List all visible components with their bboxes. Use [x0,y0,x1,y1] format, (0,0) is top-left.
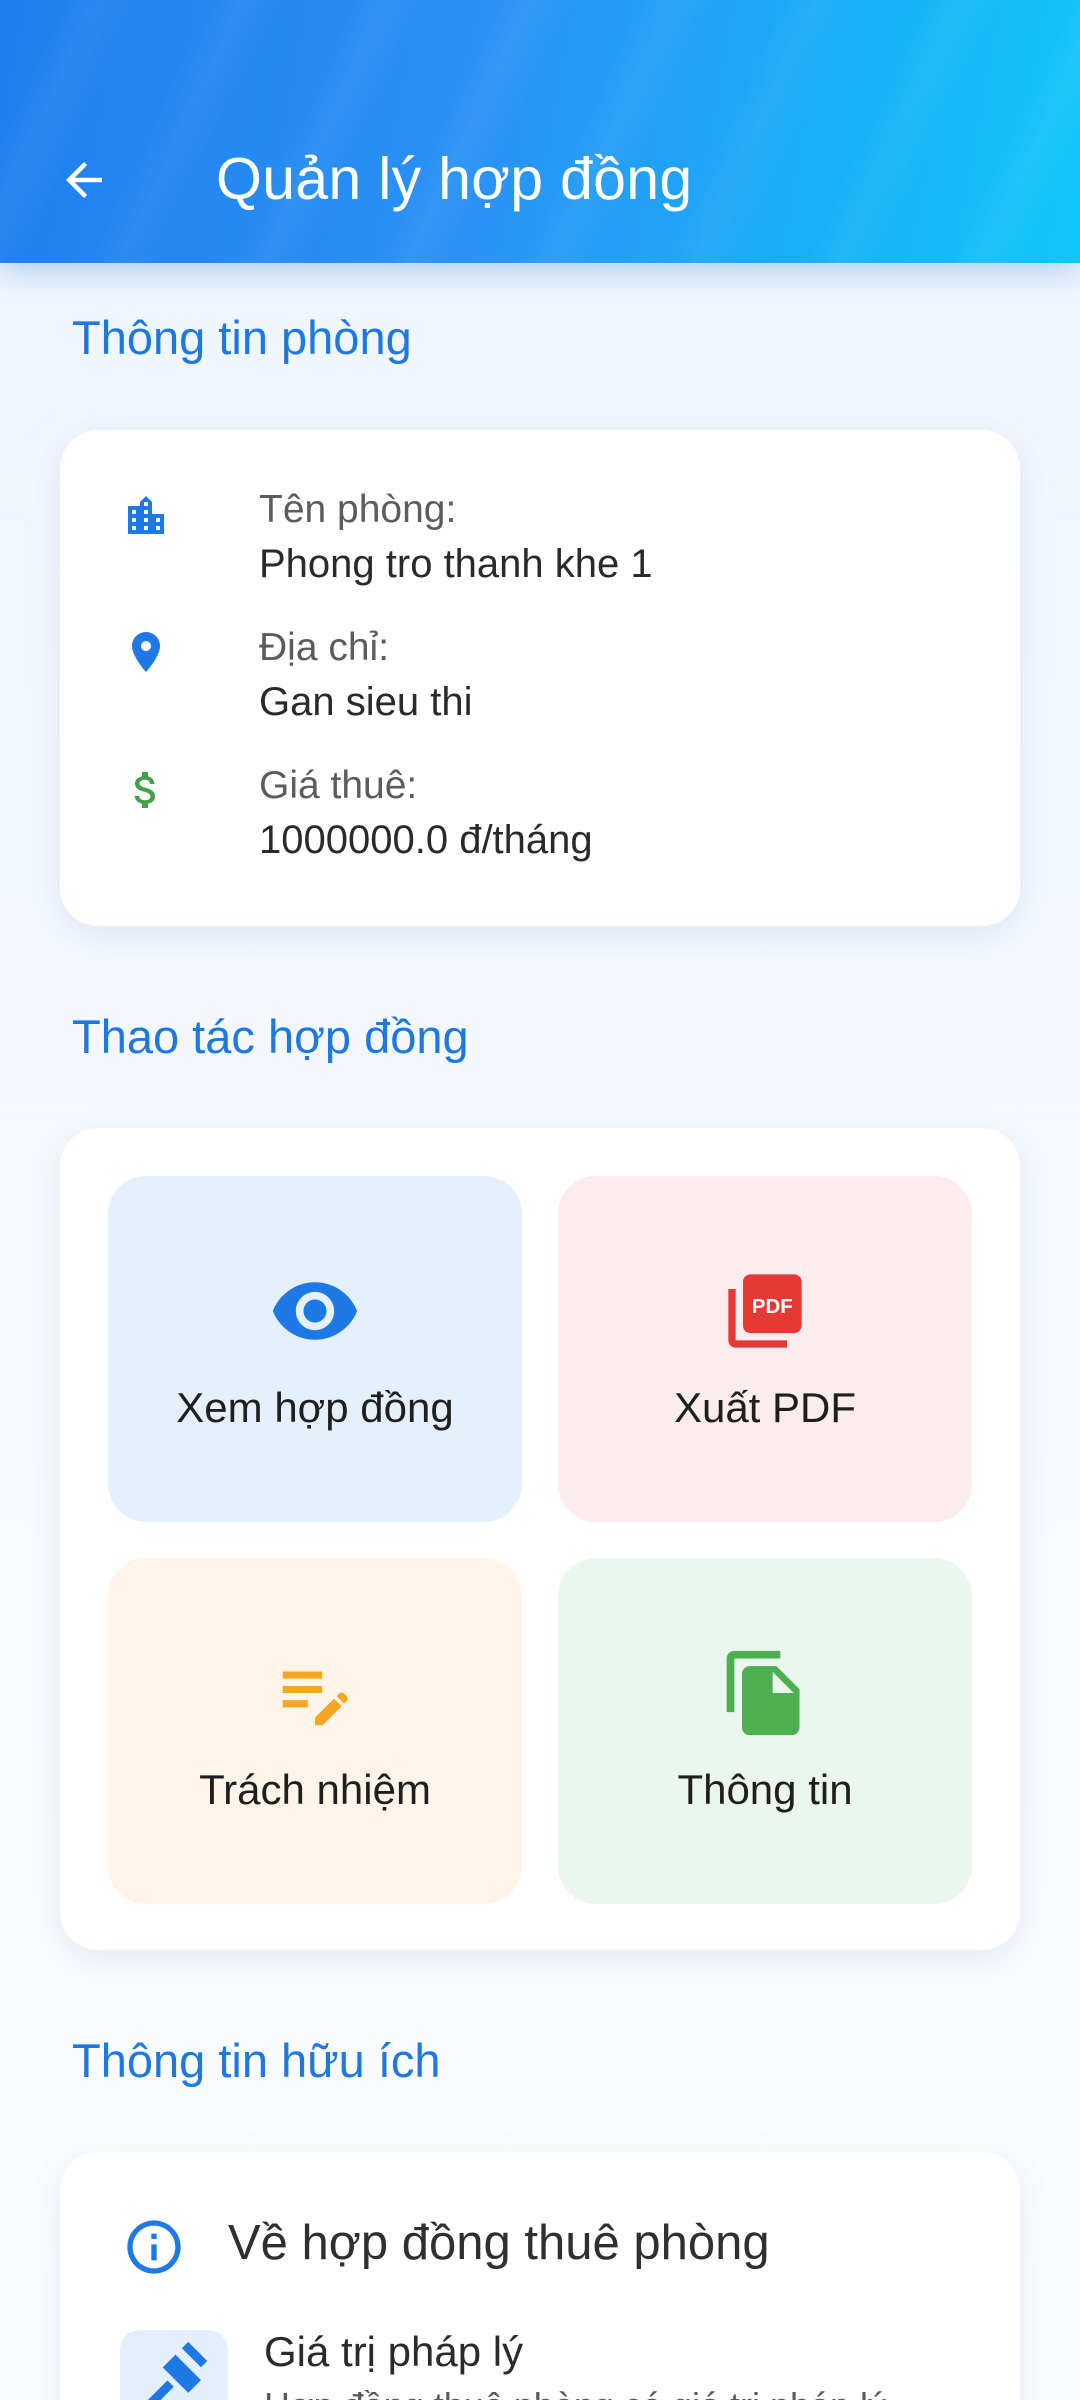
dollar-icon [120,764,172,816]
gavel-icon [147,2341,208,2400]
room-name-value: Phong tro thanh khe 1 [259,542,653,586]
price-value: 1000000.0 đ/tháng [259,818,593,862]
room-info-section-title: Thông tin phòng [72,311,412,364]
contract-info-label: Thông tin [677,1766,853,1813]
contract-management-screen: Quản lý hợp đồng Thông tin phòng Tên phò… [0,0,1080,2400]
price-label: Giá thuê: [259,764,418,807]
view-contract-label: Xem hợp đồng [176,1384,454,1431]
arrow-back-icon [66,162,102,198]
export-pdf-label: Xuất PDF [673,1384,857,1431]
pdf-icon: PDF [558,1266,972,1356]
app-bar: Quản lý hợp đồng [0,0,1080,263]
edit-note-icon [108,1648,522,1738]
eye-icon [108,1266,522,1356]
responsibilities-label: Trách nhiệm [199,1766,431,1813]
responsibilities-button[interactable]: Trách nhiệm [108,1558,522,1904]
contract-info-button[interactable]: Thông tin [558,1558,972,1904]
useful-info-section-title: Thông tin hữu ích [72,2034,441,2087]
location-pin-icon [120,626,172,678]
address-value: Gan sieu thi [259,680,473,724]
contract-actions-section-title: Thao tác hợp đồng [72,1010,469,1063]
view-contract-button[interactable]: Xem hợp đồng [108,1176,522,1522]
legal-value-icon-box [120,2330,228,2400]
address-label: Địa chỉ: [259,626,390,669]
legal-value-title: Giá trị pháp lý [264,2328,524,2375]
svg-text:PDF: PDF [752,1295,793,1318]
file-copy-icon [558,1648,972,1738]
legal-value-description: Hợp đồng thuê phòng có giá trị pháp lý [264,2385,886,2400]
back-button[interactable] [44,140,124,220]
contract-actions-card: Xem hợp đồng PDF Xuất PDF Trách nhiệm Th… [60,1128,1020,1950]
info-icon [122,2215,186,2279]
room-info-card: Tên phòng: Phong tro thanh khe 1 Địa chỉ… [60,430,1020,926]
building-icon [120,490,172,542]
page-title: Quản lý hợp đồng [216,146,693,212]
room-name-label: Tên phòng: [259,488,457,531]
about-contract-title: Về hợp đồng thuê phòng [228,2216,770,2270]
export-pdf-button[interactable]: PDF Xuất PDF [558,1176,972,1522]
